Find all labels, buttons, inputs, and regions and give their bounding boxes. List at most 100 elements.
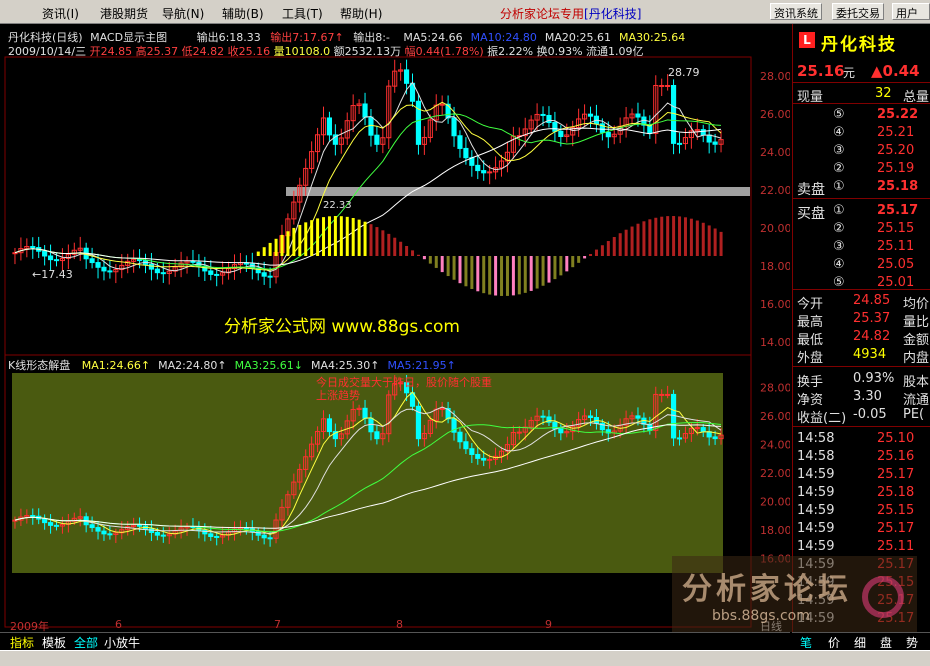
status-bar bbox=[0, 650, 930, 666]
tab-detail[interactable]: 细 bbox=[854, 634, 866, 651]
upper-candle bbox=[670, 85, 677, 144]
upper-candle bbox=[403, 69, 410, 84]
stat-row: 最高 25.37 量比 bbox=[793, 310, 930, 330]
tab-price[interactable]: 价 bbox=[828, 634, 840, 651]
tick-time: 14:59 bbox=[797, 467, 835, 482]
upper-candle bbox=[101, 266, 107, 272]
tab-all[interactable]: 全部 bbox=[74, 634, 98, 651]
upper-candle bbox=[47, 255, 54, 261]
tab-book[interactable]: 盘 bbox=[880, 634, 892, 651]
stat2-value: 0.93% bbox=[853, 371, 895, 386]
macd-bar bbox=[636, 223, 640, 256]
tab-xiaofangniu[interactable]: 小放牛 bbox=[104, 634, 140, 651]
upper-candle bbox=[89, 258, 95, 264]
macd-bar bbox=[327, 216, 331, 256]
stat-label: 外盘 bbox=[797, 351, 824, 366]
lower-candle bbox=[540, 415, 546, 418]
tab-trend[interactable]: 势 bbox=[906, 634, 918, 651]
lower-candle bbox=[487, 458, 493, 461]
trade-button[interactable]: 委托交易 bbox=[832, 3, 884, 20]
bid-price: 25.17 bbox=[877, 203, 919, 218]
volume-row: 现量 32 总量 bbox=[793, 85, 930, 105]
chart-area[interactable]: 丹化科技(日线) MACD显示主图 输出6:18.33 输出7:17.67↑ 输… bbox=[0, 24, 790, 633]
lower-y-tick: 22.00 bbox=[760, 467, 790, 480]
macd-bar bbox=[606, 241, 610, 256]
site-watermark: 分析家公式网 www.88gs.com bbox=[224, 317, 460, 337]
lower-candle bbox=[214, 535, 220, 538]
bid-level-1: ① 25.17 bbox=[793, 202, 930, 220]
menu-assist[interactable]: 辅助(B) bbox=[222, 5, 264, 22]
last-price: 25.16 bbox=[797, 62, 845, 80]
quote-panel: L 丹化科技 25.16 元 ▲0.44 现量 32 总量 ⑤ 25.22 ④ 25.… bbox=[792, 24, 930, 632]
macd-bar bbox=[440, 256, 444, 273]
tick-price: 25.10 bbox=[877, 431, 915, 446]
ask-level-3: ③ 25.20 bbox=[793, 142, 930, 160]
macd-bar bbox=[529, 256, 533, 291]
lower-candle bbox=[208, 533, 214, 537]
macd-bar bbox=[707, 225, 711, 256]
macd-bar bbox=[559, 256, 563, 276]
lower-y-tick: 24.00 bbox=[760, 438, 790, 451]
macd-bar bbox=[416, 254, 420, 256]
stock-name: 丹化科技 bbox=[821, 35, 897, 55]
upper-candle bbox=[558, 130, 564, 138]
upper-candle bbox=[154, 268, 160, 274]
upper-candle bbox=[368, 116, 374, 136]
menu-hk-futures[interactable]: 港股期货 bbox=[100, 5, 148, 22]
lower-candle bbox=[42, 518, 48, 524]
menu-navigation[interactable]: 导航(N) bbox=[162, 5, 204, 22]
upper-y-tick: 24.00 bbox=[760, 146, 790, 159]
upper-candle bbox=[95, 262, 101, 268]
bid-level-index: ⑤ bbox=[833, 275, 845, 290]
upper-panel-frame bbox=[4, 56, 752, 356]
macd-bar bbox=[654, 217, 658, 256]
lower-candle bbox=[665, 393, 671, 396]
upper-candle bbox=[107, 270, 113, 273]
upper-candle bbox=[659, 85, 665, 87]
lower-ma-2: MA2:24.80↑ bbox=[158, 359, 227, 372]
stat-value: 25.37 bbox=[853, 311, 891, 326]
tick-price: 25.18 bbox=[877, 485, 915, 500]
upper-candle bbox=[12, 252, 18, 255]
menu-help[interactable]: 帮助(H) bbox=[340, 5, 382, 22]
pattern-note: 今日成交量大于昨日，股价随个股重 上涨趋势 bbox=[316, 376, 492, 402]
menu-info[interactable]: 资讯(I) bbox=[42, 5, 79, 22]
watermark-brand: 分析家论坛 bbox=[682, 572, 852, 607]
macd-bar bbox=[624, 229, 628, 256]
upper-candle bbox=[374, 134, 380, 145]
quote-tabs: 笔 价 细 盘 势 bbox=[792, 632, 930, 650]
bottom-tabs: 指标 模板 全部 小放牛 bbox=[0, 632, 790, 650]
upper-candle bbox=[326, 117, 333, 136]
macd-bar bbox=[452, 256, 456, 280]
lower-candle bbox=[374, 431, 380, 440]
tab-trades[interactable]: 笔 bbox=[800, 634, 812, 651]
user-button[interactable]: 用户 bbox=[892, 3, 930, 20]
macd-bar bbox=[375, 227, 379, 256]
lower-candle bbox=[659, 393, 665, 396]
macd-bar bbox=[393, 237, 397, 256]
upper-candle bbox=[208, 270, 214, 275]
stat-row: 最低 24.82 金额 bbox=[793, 328, 930, 348]
flower-icon bbox=[862, 576, 904, 618]
tick-time: 14:59 bbox=[797, 503, 835, 518]
lower-candle bbox=[89, 524, 95, 529]
macd-bar bbox=[589, 253, 593, 256]
lower-candle bbox=[469, 448, 475, 455]
tab-template[interactable]: 模板 bbox=[42, 634, 66, 651]
upper-candle bbox=[463, 147, 469, 159]
lower-candle bbox=[30, 515, 36, 518]
stat-extra-label: 内盘 bbox=[903, 351, 930, 366]
macd-bar bbox=[280, 234, 284, 256]
sell-label: 卖盘 bbox=[797, 182, 825, 198]
macd-bar bbox=[719, 231, 723, 256]
macd-bar bbox=[571, 256, 575, 268]
upper-y-tick: 28.00 bbox=[760, 70, 790, 83]
bid-level-index: ④ bbox=[833, 257, 845, 272]
stat-value: 24.85 bbox=[853, 293, 891, 308]
macd-bar bbox=[256, 251, 260, 256]
macd-bar bbox=[351, 218, 355, 256]
menu-tools[interactable]: 工具(T) bbox=[282, 5, 323, 22]
tab-indicator[interactable]: 指标 bbox=[10, 634, 34, 651]
upper-candle bbox=[712, 141, 718, 145]
news-system-button[interactable]: 资讯系统 bbox=[770, 3, 822, 20]
